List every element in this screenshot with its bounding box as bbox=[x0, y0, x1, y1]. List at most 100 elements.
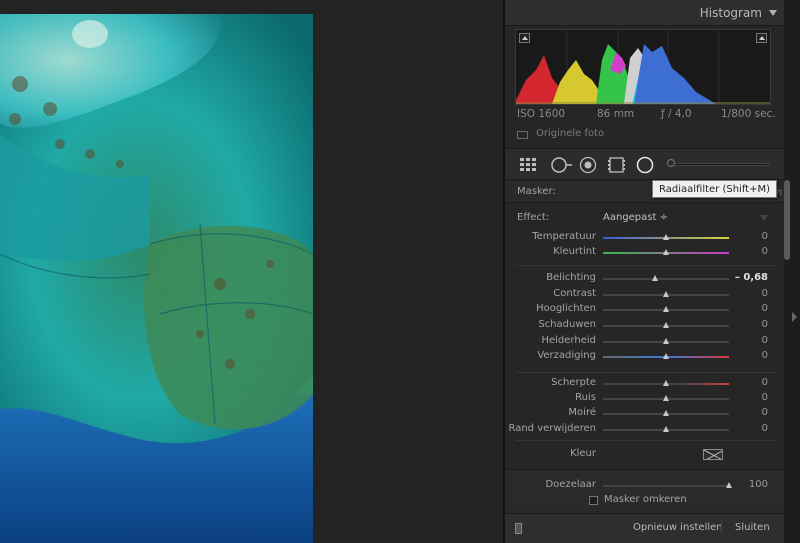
slider-value[interactable]: 0 bbox=[762, 231, 768, 242]
histogram-header[interactable]: Histogram bbox=[505, 0, 786, 26]
radial-filter-icon[interactable] bbox=[635, 156, 655, 174]
slider-value[interactable]: 0 bbox=[762, 392, 768, 403]
feather-track[interactable] bbox=[603, 485, 729, 487]
slider-label: Verzadiging bbox=[537, 350, 596, 361]
slider-value[interactable]: 0 bbox=[762, 288, 768, 299]
original-photo-icon bbox=[517, 131, 528, 139]
slider-row-helderheid[interactable]: Helderheid 0 bbox=[505, 334, 786, 349]
slider-label: Schaduwen bbox=[538, 319, 596, 330]
panel-footer: Opnieuw instellen Sluiten bbox=[505, 513, 786, 543]
invert-mask-label: Masker omkeren bbox=[604, 494, 687, 505]
slider-label: Rand verwijderen bbox=[508, 423, 596, 434]
divider bbox=[515, 372, 777, 373]
slider-row-kleurtint[interactable]: Kleurtint 0 bbox=[505, 245, 786, 260]
slider-row-schaduwen[interactable]: Schaduwen 0 bbox=[505, 318, 786, 333]
color-swatch[interactable] bbox=[703, 449, 723, 460]
slider-value[interactable]: 0 bbox=[762, 407, 768, 418]
aperture-value: ƒ / 4,0 bbox=[661, 108, 692, 120]
graduated-filter-icon[interactable] bbox=[607, 156, 627, 174]
slider-label: Ruis bbox=[575, 392, 596, 403]
feather-value[interactable]: 100 bbox=[749, 479, 768, 490]
tool-strip bbox=[505, 148, 786, 180]
exif-info: ISO 1600 86 mm ƒ / 4,0 1/800 sec. bbox=[505, 107, 786, 123]
close-button[interactable]: Sluiten bbox=[735, 522, 770, 533]
red-eye-icon[interactable] bbox=[579, 156, 599, 174]
right-panel-collapse-icon[interactable] bbox=[792, 312, 797, 322]
spot-removal-icon[interactable] bbox=[549, 156, 573, 174]
slider-knob[interactable] bbox=[663, 380, 669, 386]
color-label: Kleur bbox=[570, 448, 596, 459]
slider-value[interactable]: 0 bbox=[762, 423, 768, 434]
focal-length-value: 86 mm bbox=[597, 108, 635, 120]
slider-label: Contrast bbox=[553, 288, 596, 299]
slider-value[interactable]: 0 bbox=[762, 335, 768, 346]
slider-row-verzadiging[interactable]: Verzadiging 0 bbox=[505, 349, 786, 364]
slider-knob[interactable] bbox=[663, 353, 669, 359]
reset-button[interactable]: Opnieuw instellen bbox=[633, 522, 723, 533]
original-photo-label: Originele foto bbox=[536, 128, 605, 139]
slider-row-feather[interactable]: Doezelaar 100 bbox=[505, 478, 786, 493]
slider-knob[interactable] bbox=[663, 338, 669, 344]
slider-knob[interactable] bbox=[663, 410, 669, 416]
slider-knob[interactable] bbox=[663, 234, 669, 240]
effect-expand-icon[interactable] bbox=[760, 215, 768, 221]
shadow-clipping-icon[interactable] bbox=[519, 33, 530, 43]
color-row: Kleur bbox=[505, 447, 786, 463]
slider-row-hooglichten[interactable]: Hooglichten 0 bbox=[505, 302, 786, 317]
tool-size-knob[interactable] bbox=[667, 159, 675, 167]
histogram-title: Histogram bbox=[699, 6, 762, 20]
divider bbox=[515, 265, 777, 266]
slider-label: Kleurtint bbox=[553, 246, 596, 257]
collapse-triangle-icon[interactable] bbox=[769, 10, 777, 16]
slider-knob[interactable] bbox=[663, 322, 669, 328]
photo-turtle-underwater[interactable] bbox=[0, 14, 313, 543]
iso-value: ISO 1600 bbox=[517, 108, 566, 120]
slider-knob[interactable] bbox=[663, 306, 669, 312]
slider-track[interactable] bbox=[603, 278, 729, 280]
panel-switch-icon[interactable] bbox=[515, 523, 522, 534]
feather-label: Doezelaar bbox=[545, 479, 596, 490]
slider-value[interactable]: 0 bbox=[762, 319, 768, 330]
slider-label: Moiré bbox=[568, 407, 596, 418]
slider-knob[interactable] bbox=[663, 426, 669, 432]
effect-label: Effect: bbox=[517, 212, 550, 223]
slider-label: Scherpte bbox=[551, 377, 596, 388]
invert-mask-checkbox[interactable] bbox=[589, 496, 598, 505]
slider-value[interactable]: 0 bbox=[762, 377, 768, 388]
slider-value[interactable]: – 0,68 bbox=[735, 272, 768, 283]
image-viewer[interactable] bbox=[0, 0, 503, 543]
slider-knob[interactable] bbox=[663, 291, 669, 297]
slider-label: Helderheid bbox=[541, 335, 596, 346]
slider-label: Belichting bbox=[546, 272, 596, 283]
effect-preset-dropdown[interactable]: Aangepast ÷ bbox=[603, 212, 668, 223]
slider-row-belichting[interactable]: Belichting – 0,68 bbox=[505, 271, 786, 286]
slider-value[interactable]: 0 bbox=[762, 350, 768, 361]
radial-filter-tooltip: Radiaalfilter (Shift+M) bbox=[652, 180, 777, 198]
divider bbox=[515, 440, 777, 441]
highlight-clipping-icon[interactable] bbox=[756, 33, 767, 43]
slider-knob[interactable] bbox=[663, 395, 669, 401]
panel-scrollbar-track[interactable] bbox=[784, 0, 800, 543]
histogram-graph bbox=[516, 30, 770, 104]
slider-row-rand-verwijderen[interactable]: Rand verwijderen 0 bbox=[505, 422, 786, 437]
mask-label: Masker: bbox=[517, 186, 556, 197]
slider-label: Hooglichten bbox=[536, 303, 596, 314]
slider-value[interactable]: 0 bbox=[762, 303, 768, 314]
grid-icon[interactable] bbox=[519, 156, 541, 174]
slider-row-scherpte[interactable]: Scherpte 0 bbox=[505, 376, 786, 391]
panel-scrollbar-thumb[interactable] bbox=[784, 180, 790, 260]
slider-row-temperatuur[interactable]: Temperatuur 0 bbox=[505, 230, 786, 245]
slider-row-moiré[interactable]: Moiré 0 bbox=[505, 406, 786, 421]
feather-section: Doezelaar 100 Masker omkeren bbox=[505, 469, 786, 511]
slider-row-contrast[interactable]: Contrast 0 bbox=[505, 287, 786, 302]
effect-row: Effect: Aangepast ÷ bbox=[505, 209, 786, 227]
tool-size-slider[interactable] bbox=[671, 163, 769, 166]
slider-row-ruis[interactable]: Ruis 0 bbox=[505, 391, 786, 406]
develop-panel: Histogram ISO 1600 86 mm ƒ / 4,0 1/800 s… bbox=[503, 0, 786, 543]
slider-knob[interactable] bbox=[663, 249, 669, 255]
footer-divider bbox=[721, 519, 722, 537]
slider-value[interactable]: 0 bbox=[762, 246, 768, 257]
feather-knob[interactable] bbox=[726, 482, 732, 488]
slider-knob[interactable] bbox=[652, 275, 659, 281]
histogram[interactable] bbox=[515, 29, 771, 105]
